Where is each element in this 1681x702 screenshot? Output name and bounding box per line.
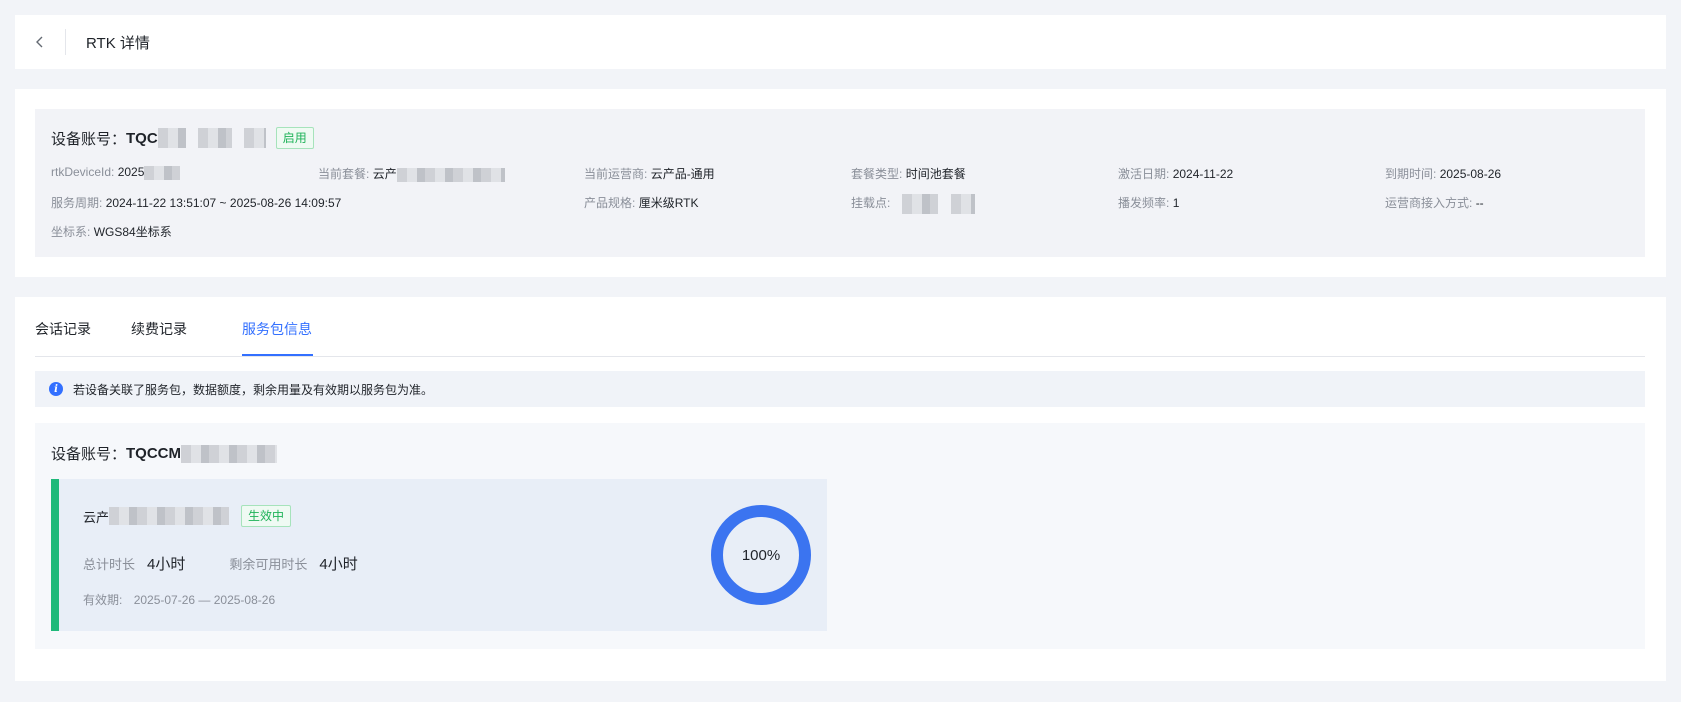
notice-bar: i 若设备关联了服务包，数据额度，剩余用量及有效期以服务包为准。 [35, 371, 1645, 407]
redacted-block [243, 128, 266, 148]
field-rtk-device-id: rtkDeviceId: 2025 [51, 165, 181, 180]
redacted-block [144, 165, 181, 180]
field-operator-access: 运营商接入方式: -- [1385, 196, 1484, 210]
redacted-block [396, 167, 505, 182]
package-name-row: 云产 生效中 [83, 505, 292, 527]
device-account-row: 设备账号： TQC 启用 [51, 127, 314, 149]
tab-service-package-info[interactable]: 服务包信息 [242, 319, 312, 339]
redacted-block [901, 194, 938, 214]
field-activation-date: 激活日期: 2024-11-22 [1118, 167, 1234, 181]
tab-renewal-records[interactable]: 续费记录 [131, 319, 187, 339]
field-operator: 当前运营商: 云产品-通用 [584, 167, 715, 181]
package-account-value: TQCCM [126, 445, 182, 462]
remaining-duration-value: 4小时 [319, 556, 358, 573]
package-card: 云产 生效中 总计时长 4小时 剩余可用时长 4小时 有效期: 2025-07-… [51, 479, 827, 631]
package-name: 云产 [83, 509, 110, 525]
field-expire-time: 到期时间: 2025-08-26 [1385, 167, 1502, 181]
chevron-left-icon [36, 36, 43, 48]
device-info-card: 设备账号： TQC 启用 rtkDeviceId: 2025 当前套餐: 云产 … [15, 89, 1666, 277]
field-coord-system: 坐标系: WGS84坐标系 [51, 225, 172, 239]
redacted-block [157, 128, 186, 148]
tab-bar: 会话记录 续费记录 服务包信息 [35, 297, 1645, 357]
package-status-badge: 生效中 [241, 505, 292, 527]
package-account-label: 设备账号： [51, 446, 127, 463]
package-stats-row: 总计时长 4小时 剩余可用时长 4小时 [83, 553, 358, 574]
field-service-period: 服务周期: 2024-11-22 13:51:07 ~ 2025-08-26 1… [51, 196, 342, 210]
redacted-block [109, 507, 230, 525]
device-account-value: TQC [126, 129, 158, 147]
tab-session-records[interactable]: 会话记录 [35, 319, 91, 339]
header-bar: RTK 详情 [15, 15, 1666, 69]
back-button[interactable] [15, 15, 65, 69]
field-broadcast-freq: 播发频率: 1 [1118, 196, 1180, 210]
tabs-card: 会话记录 续费记录 服务包信息 i 若设备关联了服务包，数据额度，剩余用量及有效… [15, 297, 1666, 681]
total-duration-value: 4小时 [147, 556, 186, 573]
validity-value: 2025-07-26 — 2025-08-26 [133, 593, 276, 607]
device-info-panel: 设备账号： TQC 启用 rtkDeviceId: 2025 当前套餐: 云产 … [35, 109, 1645, 257]
redacted-block [951, 194, 976, 214]
field-current-package: 当前套餐: 云产 [318, 165, 505, 182]
remaining-duration-label: 剩余可用时长 [229, 557, 308, 572]
field-product-spec: 产品规格: 厘米级RTK [584, 196, 699, 210]
notice-text: 若设备关联了服务包，数据额度，剩余用量及有效期以服务包为准。 [73, 382, 434, 397]
redacted-block [197, 128, 232, 148]
validity-row: 有效期: 2025-07-26 — 2025-08-26 [83, 591, 275, 608]
active-tab-indicator [242, 354, 313, 356]
info-icon: i [49, 382, 63, 396]
total-duration-label: 总计时长 [83, 557, 136, 572]
status-badge: 启用 [275, 127, 314, 149]
field-mount-point: 挂载点: [851, 194, 976, 214]
progress-percent-label: 100% [741, 546, 781, 564]
page-title: RTK 详情 [86, 34, 150, 52]
package-panel: 设备账号： TQCCM 云产 生效中 总计时长 4小时 剩余可用时长 4小时 有… [35, 423, 1645, 649]
field-package-type: 套餐类型: 时间池套餐 [851, 167, 966, 181]
header-divider [65, 29, 66, 55]
validity-label: 有效期: [83, 593, 123, 607]
package-account-row: 设备账号： TQCCM [51, 443, 278, 464]
redacted-block [181, 444, 278, 463]
device-account-label: 设备账号： [51, 130, 127, 148]
